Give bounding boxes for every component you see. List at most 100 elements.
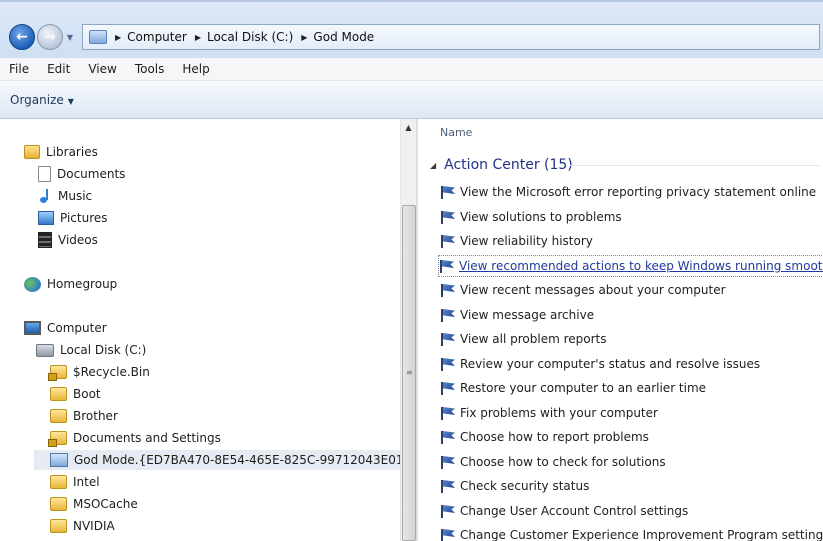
nav-libraries[interactable]: Libraries: [24, 142, 98, 162]
list-item-label: Choose how to check for solutions: [460, 455, 666, 469]
nav-music[interactable]: Music: [38, 186, 92, 206]
nav-label: Libraries: [46, 145, 98, 159]
nav-homegroup[interactable]: Homegroup: [24, 274, 117, 294]
organize-button[interactable]: Organize ▼: [10, 93, 74, 107]
nav-folder-recycle-bin[interactable]: $Recycle.Bin: [48, 362, 150, 382]
menu-tools[interactable]: Tools: [135, 62, 165, 76]
homegroup-icon: [24, 276, 41, 292]
folder-icon: [50, 497, 67, 511]
list-item-label: Choose how to report problems: [460, 430, 649, 444]
column-header-label: Name: [440, 125, 473, 139]
list-item-label: View reliability history: [460, 234, 593, 248]
list-item[interactable]: Change User Account Control settings: [440, 500, 688, 522]
breadcrumb-god-mode[interactable]: God Mode: [313, 30, 374, 44]
breadcrumb-computer[interactable]: Computer: [127, 30, 187, 44]
list-item[interactable]: View recent messages about your computer: [440, 279, 726, 301]
grip-icon: ≡: [406, 368, 413, 377]
scroll-thumb[interactable]: ≡: [402, 205, 416, 541]
scroll-up-arrow-icon[interactable]: ▲: [401, 121, 416, 135]
action-center-flag-icon: [440, 332, 456, 346]
list-item-label: View recent messages about your computer: [460, 283, 726, 297]
list-item[interactable]: Fix problems with your computer: [440, 402, 658, 424]
nav-label: God Mode.{ED7BA470-8E54-465E-825C-997120…: [74, 453, 400, 467]
nav-label: MSOCache: [73, 497, 138, 511]
nav-label: Brother: [73, 409, 118, 423]
list-item-label: Review your computer's status and resolv…: [460, 357, 761, 371]
column-header-name[interactable]: Name: [418, 119, 823, 145]
collapse-triangle-icon[interactable]: ◢: [430, 161, 436, 170]
nav-label: Intel: [73, 475, 100, 489]
nav-folder-god-mode[interactable]: God Mode.{ED7BA470-8E54-465E-825C-997120…: [34, 450, 400, 470]
nav-documents[interactable]: Documents: [38, 164, 125, 184]
breadcrumb-arrow-icon[interactable]: ▶: [115, 33, 121, 42]
action-center-flag-icon: [440, 479, 456, 493]
list-item[interactable]: Review your computer's status and resolv…: [440, 353, 760, 375]
breadcrumb-arrow-icon[interactable]: ▶: [195, 33, 201, 42]
nav-folder-nvidia[interactable]: NVIDIA: [50, 516, 115, 536]
control-panel-icon: [50, 453, 68, 467]
breadcrumb-arrow-icon[interactable]: ▶: [301, 33, 307, 42]
address-bar[interactable]: ▶ Computer ▶ Local Disk (C:) ▶ God Mode: [82, 24, 820, 50]
menu-bar: File Edit View Tools Help: [0, 58, 823, 81]
nav-folder-boot[interactable]: Boot: [50, 384, 101, 404]
nav-local-disk[interactable]: Local Disk (C:): [36, 340, 146, 360]
action-center-flag-icon: [440, 381, 456, 395]
nav-folder-msocache[interactable]: MSOCache: [50, 494, 138, 514]
nav-folder-brother[interactable]: Brother: [50, 406, 118, 426]
menu-edit[interactable]: Edit: [47, 62, 70, 76]
music-note-icon: [38, 188, 52, 204]
nav-label: Videos: [58, 233, 98, 247]
list-item-label: View message archive: [460, 308, 595, 322]
menu-help[interactable]: Help: [182, 62, 209, 76]
list-item-label: View all problem reports: [460, 332, 607, 346]
nav-videos[interactable]: Videos: [38, 230, 98, 250]
menu-view[interactable]: View: [88, 62, 116, 76]
folder-icon: [50, 409, 67, 423]
nav-computer[interactable]: Computer: [24, 318, 107, 338]
title-bar: ← → ▼ ▶ Computer ▶ Local Disk (C:) ▶ God…: [0, 0, 823, 60]
locked-folder-icon: [48, 365, 67, 381]
action-center-flag-icon: [440, 308, 456, 322]
nav-folder-documents-and-settings[interactable]: Documents and Settings: [48, 428, 221, 448]
list-item[interactable]: View recommended actions to keep Windows…: [438, 255, 823, 277]
list-item[interactable]: View all problem reports: [440, 328, 607, 350]
list-item[interactable]: Change Customer Experience Improvement P…: [440, 524, 823, 541]
list-item[interactable]: View the Microsoft error reporting priva…: [440, 181, 816, 203]
video-film-icon: [38, 232, 52, 248]
recent-pages-dropdown[interactable]: ▼: [65, 31, 75, 43]
nav-pane-scrollbar[interactable]: ▲ ≡: [400, 119, 417, 541]
content-pane: Name ◢ Action Center (15) View the Micro…: [418, 119, 823, 541]
libraries-icon: [24, 145, 40, 159]
list-item[interactable]: Choose how to check for solutions: [440, 451, 666, 473]
organize-label: Organize: [10, 92, 64, 107]
navigation-pane: Libraries Documents Music Pictures Video…: [0, 119, 400, 541]
locked-folder-icon: [48, 431, 67, 447]
action-center-flag-icon: [440, 185, 456, 199]
list-item[interactable]: View solutions to problems: [440, 206, 622, 228]
list-item[interactable]: Check security status: [440, 475, 589, 497]
nav-label: $Recycle.Bin: [73, 365, 150, 379]
chevron-down-icon: ▼: [67, 96, 74, 106]
list-item-label: Change User Account Control settings: [460, 504, 689, 518]
nav-label: Boot: [73, 387, 101, 401]
nav-label: Local Disk (C:): [60, 343, 147, 357]
forward-button[interactable]: →: [37, 24, 63, 50]
group-header-action-center[interactable]: ◢ Action Center (15): [430, 154, 573, 176]
folder-icon: [50, 475, 67, 489]
list-item[interactable]: Choose how to report problems: [440, 426, 649, 448]
action-center-flag-icon: [440, 406, 456, 420]
menu-file[interactable]: File: [9, 62, 29, 76]
list-item-label: View recommended actions to keep Windows…: [459, 259, 823, 273]
nav-pictures[interactable]: Pictures: [38, 208, 108, 228]
group-label: Action Center (15): [444, 157, 573, 173]
list-item-label: Check security status: [460, 479, 590, 493]
back-button[interactable]: ←: [9, 24, 35, 50]
list-item[interactable]: View message archive: [440, 304, 594, 326]
list-item-label: View the Microsoft error reporting priva…: [460, 185, 817, 199]
breadcrumb-local-disk[interactable]: Local Disk (C:): [207, 30, 293, 44]
action-center-flag-icon: [440, 283, 456, 297]
nav-folder-intel[interactable]: Intel: [50, 472, 100, 492]
list-item[interactable]: View reliability history: [440, 230, 593, 252]
list-item[interactable]: Restore your computer to an earlier time: [440, 377, 706, 399]
list-item-label: Change Customer Experience Improvement P…: [460, 528, 823, 541]
